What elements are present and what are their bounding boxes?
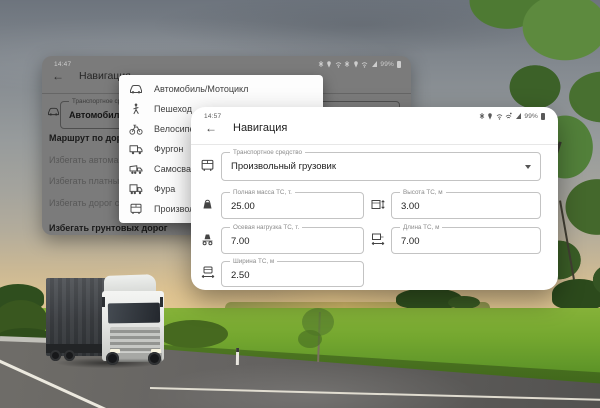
vehicle-select-label: Транспортное средство <box>230 149 305 156</box>
navigation-settings-screen: 14:57 99% ← Навигация Транспортное средс… <box>191 107 558 290</box>
header-divider <box>191 144 558 145</box>
height-field[interactable]: Высота ТС, м 3.00 <box>391 192 541 219</box>
list-item-avoid-roads[interactable]: Избегать дорог с <box>49 198 119 208</box>
list-item-avoid-unpaved[interactable]: Избегать грунтовых дорог <box>49 223 168 233</box>
battery-percent: 99% <box>524 113 538 120</box>
list-item-avoid-toll[interactable]: Избегать платных <box>49 176 124 186</box>
field-value: 3.00 <box>401 201 420 212</box>
width-field[interactable]: Ширина ТС, м 2.50 <box>221 261 364 287</box>
field-label: Длина ТС, м <box>400 224 442 231</box>
truck-wheel <box>50 350 61 361</box>
battery-percent: 99% <box>380 61 394 68</box>
status-icons: 99% <box>318 60 401 68</box>
field-value: 7.00 <box>401 236 420 247</box>
field-value: 7.00 <box>231 236 250 247</box>
field-value: 25.00 <box>231 201 255 212</box>
bluetooth-icon <box>318 60 324 68</box>
truck-wheel <box>106 352 119 365</box>
field-label: Осевая нагрузка ТС, т. <box>230 224 302 231</box>
bluetooth-icon <box>344 60 350 68</box>
location-icon <box>326 60 332 68</box>
battery-icon <box>541 113 546 120</box>
back-arrow-button[interactable]: ← <box>205 122 217 134</box>
location-icon <box>353 60 359 68</box>
weight-icon <box>201 198 214 211</box>
field-label: Высота ТС, м <box>400 189 446 196</box>
status-time: 14:47 <box>54 61 71 68</box>
custom-truck-icon <box>129 203 143 215</box>
menu-item-car[interactable]: Автомобиль/Мотоцикл <box>119 79 323 99</box>
roadside-post <box>236 348 239 365</box>
truck-wheel <box>148 352 161 365</box>
network-icon <box>361 60 368 68</box>
van-icon <box>129 143 143 155</box>
width-icon <box>201 266 215 279</box>
car-icon <box>129 83 143 94</box>
wifi-icon <box>496 112 503 120</box>
truck-mirror <box>160 297 163 307</box>
location-icon <box>487 112 493 120</box>
length-field[interactable]: Длина ТС, м 7.00 <box>391 227 541 254</box>
back-arrow-button[interactable]: ← <box>52 70 64 82</box>
field-value: 2.50 <box>231 270 250 281</box>
height-icon <box>371 198 385 211</box>
truck-mirror <box>102 297 105 307</box>
vehicle-select-value: Произвольный грузовик <box>231 161 336 172</box>
volte-icon <box>505 112 512 120</box>
page-title: Навигация <box>233 122 287 134</box>
signal-icon <box>371 60 378 68</box>
promo-composite: 14:47 99% ← Навигация Транспортное средс… <box>0 0 600 408</box>
bicycle-icon <box>129 123 143 135</box>
truck-photo <box>38 270 183 370</box>
truck-wheel <box>64 350 75 361</box>
length-icon <box>371 233 385 246</box>
status-icons: 99% <box>479 112 545 120</box>
signal-icon <box>515 112 522 120</box>
axle-load-field[interactable]: Осевая нагрузка ТС, т. 7.00 <box>221 227 364 254</box>
status-time: 14:57 <box>204 113 221 120</box>
field-label: Полная масса ТС, т. <box>230 189 295 196</box>
list-item-avoid-motorways[interactable]: Избегать автомаг <box>49 155 122 165</box>
field-label: Ширина ТС, м <box>230 258 277 265</box>
semi-truck-icon <box>129 183 143 195</box>
vehicle-select-field[interactable]: Транспортное средство Произвольный грузо… <box>221 152 541 181</box>
chevron-down-icon <box>525 165 531 169</box>
custom-truck-icon <box>200 159 215 172</box>
dump-truck-icon <box>129 163 143 175</box>
battery-icon <box>397 61 402 68</box>
pedestrian-icon <box>129 103 143 115</box>
network-icon <box>335 60 342 68</box>
bluetooth-icon <box>479 112 485 120</box>
gross-weight-field[interactable]: Полная масса ТС, т. 25.00 <box>221 192 364 219</box>
axle-load-icon <box>201 233 214 246</box>
status-bar: 14:47 99% <box>42 56 411 68</box>
sapling-foliage <box>298 330 322 348</box>
car-icon <box>47 106 60 116</box>
truck-windshield <box>108 303 160 324</box>
status-bar: 14:57 99% <box>191 107 558 120</box>
